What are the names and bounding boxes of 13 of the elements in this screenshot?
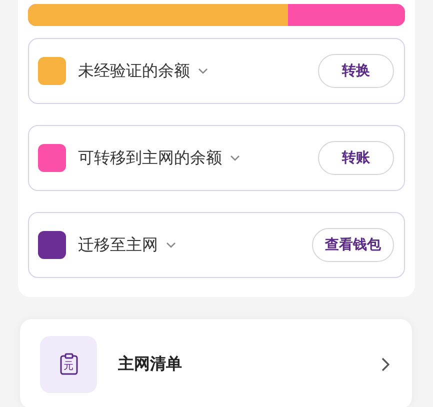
action-button[interactable]: 转账 (318, 141, 394, 175)
balance-label: 未经验证的余额 (78, 60, 190, 82)
action-button[interactable]: 查看钱包 (312, 228, 394, 262)
balance-label: 迁移至主网 (78, 234, 158, 256)
list-title: 主网清单 (118, 354, 182, 374)
balance-label: 可转移到主网的余额 (78, 148, 222, 168)
action-button[interactable]: 转换 (318, 54, 394, 88)
mainnet-list-item[interactable]: 元 主网清单 (20, 319, 412, 407)
clipboard-icon: 元 (60, 353, 78, 375)
chevron-down-icon[interactable] (198, 68, 208, 74)
chevron-down-icon[interactable] (166, 242, 176, 248)
chevron-right-icon (381, 356, 390, 372)
chevron-down-icon[interactable] (230, 155, 240, 161)
